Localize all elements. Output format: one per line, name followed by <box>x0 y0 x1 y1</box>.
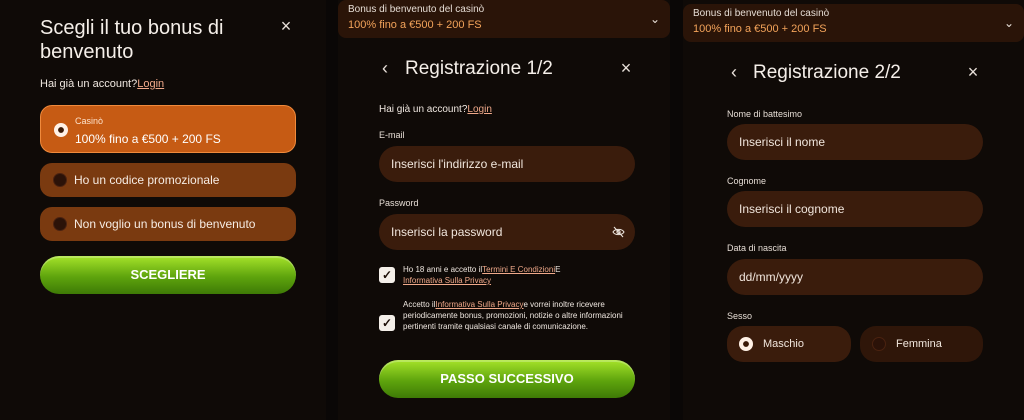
bonus-option-no-bonus[interactable]: Non voglio un bonus di benvenuto <box>40 207 296 241</box>
marketing-consent-text: Accetto ilInformativa Sulla Privacye vor… <box>403 300 635 332</box>
first-name-label: Nome di battesimo <box>727 109 803 119</box>
option-label: Ho un codice promozionale <box>74 173 220 187</box>
dob-field[interactable]: dd/mm/yyyy <box>727 259 983 295</box>
dropdown-label: Bonus di benvenuto del casinò <box>348 4 485 15</box>
back-icon[interactable]: ‹ <box>382 58 388 79</box>
panel-title: Scegli il tuo bonus di benvenuto <box>40 17 224 63</box>
sex-option-female[interactable]: Femmina <box>860 326 983 362</box>
option-label: Casinò <box>75 116 104 126</box>
radio-unselected-icon <box>53 217 67 231</box>
panel-title: Registrazione 1/2 <box>405 58 553 79</box>
bonus-selection-panel: Scegli il tuo bonus di benvenuto × Hai g… <box>0 0 326 420</box>
male-label: Maschio <box>763 338 804 350</box>
dropdown-label: Bonus di benvenuto del casinò <box>693 8 830 19</box>
last-name-field[interactable]: Inserisci il cognome <box>727 191 983 227</box>
dob-label: Data di nascita <box>727 243 787 253</box>
login-prompt: Hai già un account?Login <box>40 78 164 90</box>
login-link[interactable]: Login <box>137 78 164 90</box>
option-label: Non voglio un bonus di benvenuto <box>74 217 256 231</box>
age-terms-text: Ho 18 anni e accetto ilTermini E Condizi… <box>403 265 635 287</box>
password-label: Password <box>379 198 419 208</box>
login-prompt-text: Hai già un account? <box>40 78 138 90</box>
dob-placeholder: dd/mm/yyyy <box>739 270 804 284</box>
sex-label: Sesso <box>727 311 753 321</box>
bonus-dropdown[interactable]: Bonus di benvenuto del casinò 100% fino … <box>683 4 1024 42</box>
dropdown-value: 100% fino a €500 + 200 FS <box>348 19 482 31</box>
radio-selected-icon <box>54 123 68 137</box>
email-placeholder: Inserisci l'indirizzo e-mail <box>391 157 524 171</box>
bonus-dropdown[interactable]: Bonus di benvenuto del casinò 100% fino … <box>338 0 670 38</box>
terms-link[interactable]: Termini E Condizioni <box>482 265 555 274</box>
login-prompt: Hai già un account?Login <box>379 104 492 115</box>
consent-text: Accetto il <box>403 300 436 309</box>
next-step-button[interactable]: PASSO SUCCESSIVO <box>379 360 635 398</box>
email-field[interactable]: Inserisci l'indirizzo e-mail <box>379 146 635 182</box>
registration-step2-panel: Bonus di benvenuto del casinò 100% fino … <box>683 0 1024 420</box>
email-label: E-mail <box>379 130 405 140</box>
last-name-label: Cognome <box>727 176 767 186</box>
radio-unselected-icon <box>872 337 886 351</box>
close-icon[interactable]: × <box>616 58 636 79</box>
login-link[interactable]: Login <box>467 104 491 115</box>
consent-text: Ho 18 anni e accetto il <box>403 265 483 274</box>
bonus-option-casino[interactable]: Casinò 100% fino a €500 + 200 FS <box>40 105 296 153</box>
female-label: Femmina <box>896 338 942 350</box>
close-icon[interactable]: × <box>963 62 983 83</box>
choose-button[interactable]: SCEGLIERE <box>40 256 296 294</box>
eye-off-icon[interactable] <box>612 226 625 238</box>
chevron-down-icon: ⌄ <box>1003 16 1014 30</box>
back-icon[interactable]: ‹ <box>731 62 737 83</box>
radio-unselected-icon <box>53 173 67 187</box>
privacy-link[interactable]: Informativa Sulla Privacy <box>403 276 491 285</box>
login-prompt-text: Hai già un account? <box>379 104 468 115</box>
dropdown-value: 100% fino a €500 + 200 FS <box>693 23 827 35</box>
chevron-down-icon: ⌄ <box>649 12 660 26</box>
age-terms-checkbox[interactable]: ✓ <box>379 267 395 283</box>
last-name-placeholder: Inserisci il cognome <box>739 202 845 216</box>
bonus-option-promo-code[interactable]: Ho un codice promozionale <box>40 163 296 197</box>
close-icon[interactable]: × <box>276 16 296 37</box>
option-value: 100% fino a €500 + 200 FS <box>75 132 221 146</box>
password-field[interactable]: Inserisci la password <box>379 214 635 250</box>
first-name-placeholder: Inserisci il nome <box>739 135 826 149</box>
sex-option-male[interactable]: Maschio <box>727 326 851 362</box>
registration-step1-panel: Bonus di benvenuto del casinò 100% fino … <box>338 0 670 420</box>
marketing-consent-checkbox[interactable]: ✓ <box>379 315 395 331</box>
privacy-link[interactable]: Informativa Sulla Privacy <box>435 300 523 309</box>
panel-title: Registrazione 2/2 <box>753 62 901 83</box>
consent-text-b: E <box>555 265 561 274</box>
first-name-field[interactable]: Inserisci il nome <box>727 124 983 160</box>
password-placeholder: Inserisci la password <box>391 225 503 239</box>
radio-selected-icon <box>739 337 753 351</box>
